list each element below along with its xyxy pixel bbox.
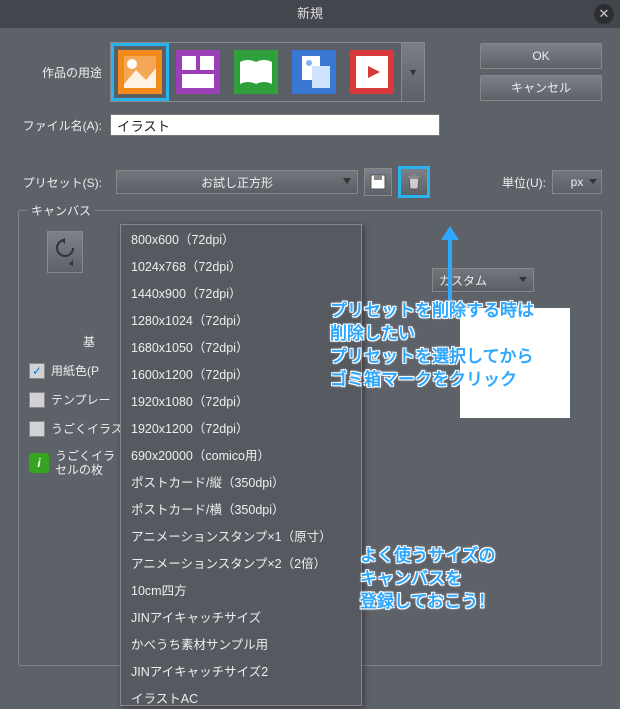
preset-option[interactable]: かべうち素材サンプル用: [121, 630, 361, 657]
rotate-orientation-button[interactable]: [47, 231, 83, 273]
preset-option[interactable]: 1280x1024（72dpi）: [121, 306, 361, 333]
annotation-delete-preset: プリセットを削除する時は削除したいプリセットを選択してからゴミ箱マークをクリック: [330, 300, 610, 392]
close-icon: ✕: [599, 6, 610, 21]
purpose-label: 作品の用途: [18, 64, 110, 81]
rotate-icon: [54, 238, 76, 266]
template-checkbox[interactable]: [29, 392, 45, 408]
moving-illust-label: うごくイラス: [51, 420, 123, 437]
ok-button[interactable]: OK: [480, 43, 602, 69]
illustration-icon: [118, 50, 162, 94]
cancel-button[interactable]: キャンセル: [480, 75, 602, 101]
info-icon: i: [29, 453, 49, 473]
cell-info-line2: セルの枚: [55, 463, 115, 477]
chevron-down-icon: [343, 178, 351, 184]
preset-option[interactable]: イラストAC: [121, 684, 361, 706]
preset-dropdown-value: お試し正方形: [201, 174, 273, 191]
purpose-tile-group: [110, 42, 402, 102]
paper-color-checkbox[interactable]: [29, 363, 45, 379]
trash-icon: [406, 174, 422, 190]
filename-label: ファイル名(A):: [18, 117, 110, 134]
annotation-register-canvas: よく使うサイズのキャンバスを登録しておこう！: [360, 545, 610, 614]
preset-option[interactable]: 1440x900（72dpi）: [121, 279, 361, 306]
preset-option[interactable]: 690x20000（comico用）: [121, 441, 361, 468]
purpose-tile-illustration[interactable]: [115, 47, 165, 97]
paper-color-label: 用紙色(P: [51, 362, 99, 379]
preset-option[interactable]: 1024x768（72dpi）: [121, 252, 361, 279]
cell-info-line1: うごくイラ: [55, 449, 115, 463]
annotation-arrow-line: [448, 232, 452, 300]
purpose-dropdown-arrow[interactable]: ▾: [402, 42, 425, 102]
preset-save-button[interactable]: [364, 168, 392, 196]
comic-icon: [176, 50, 220, 94]
custom-size-value: カスタム: [439, 272, 487, 289]
chevron-down-icon: [589, 179, 597, 184]
purpose-tile-comic[interactable]: [173, 47, 223, 97]
dialog-titlebar: 新規 ✕: [0, 0, 620, 28]
purpose-tile-book[interactable]: [231, 47, 281, 97]
preset-dropdown[interactable]: お試し正方形: [116, 170, 358, 194]
moving-illust-checkbox[interactable]: [29, 421, 45, 437]
preset-delete-button[interactable]: [398, 166, 430, 198]
preset-option[interactable]: 800x600（72dpi）: [121, 225, 361, 252]
preset-option[interactable]: 10cm四方: [121, 576, 361, 603]
book-icon: [234, 50, 278, 94]
filename-input[interactable]: [110, 114, 440, 136]
preset-option[interactable]: アニメーションスタンプ×1（原寸）: [121, 522, 361, 549]
preset-option[interactable]: 1920x1080（72dpi）: [121, 387, 361, 414]
canvas-group-title: キャンバス: [27, 202, 95, 219]
template-label: テンプレー: [51, 391, 111, 408]
unit-dropdown[interactable]: px: [552, 170, 602, 194]
close-button[interactable]: ✕: [594, 4, 614, 24]
preset-dropdown-list: 800x600（72dpi）1024x768（72dpi）1440x900（72…: [120, 224, 362, 706]
save-disk-icon: [370, 174, 386, 190]
preset-option[interactable]: 1600x1200（72dpi）: [121, 360, 361, 387]
preset-option[interactable]: ポストカード/縦（350dpi）: [121, 468, 361, 495]
chevron-down-icon: ▾: [410, 65, 416, 79]
preset-option[interactable]: 1680x1050（72dpi）: [121, 333, 361, 360]
animation-icon: [350, 50, 394, 94]
chevron-down-icon: [519, 277, 527, 282]
preset-label: プリセット(S):: [18, 174, 110, 191]
preset-option[interactable]: ポストカード/横（350dpi）: [121, 495, 361, 522]
preset-option[interactable]: JINアイキャッチサイズ2: [121, 657, 361, 684]
unit-label: 単位(U):: [502, 174, 546, 191]
purpose-tile-print[interactable]: [289, 47, 339, 97]
print-icon: [292, 50, 336, 94]
preset-option[interactable]: 1920x1200（72dpi）: [121, 414, 361, 441]
dialog-title: 新規: [297, 6, 323, 21]
preset-option[interactable]: JINアイキャッチサイズ: [121, 603, 361, 630]
unit-dropdown-value: px: [571, 175, 584, 189]
purpose-tile-animation[interactable]: [347, 47, 397, 97]
preset-option[interactable]: アニメーションスタンプ×2（2倍）: [121, 549, 361, 576]
